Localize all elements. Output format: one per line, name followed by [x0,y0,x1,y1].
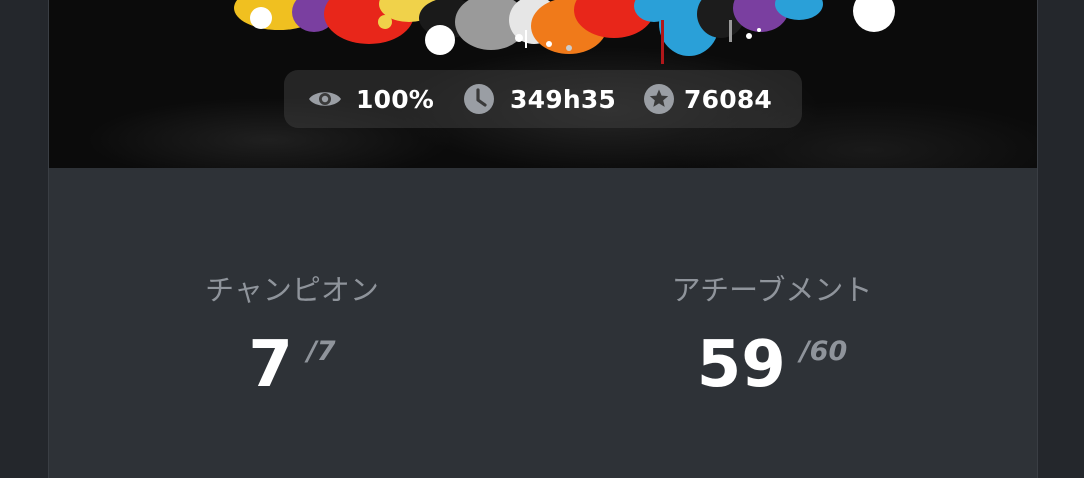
star-icon [642,82,676,116]
progress-summary: チャンピオン 7 /7 アチーブメント 59 /60 [49,168,1037,478]
playtime-stat: 349h35 [462,82,616,116]
champions-block: チャンピオン 7 /7 [92,270,492,402]
achievements-block: アチーブメント 59 /60 [572,270,972,402]
score-value: 76084 [684,84,773,114]
game-card: 100% 349h35 76084 チャンピオン 7 /7 アチーブメント 59… [48,0,1038,478]
achievements-total: /60 [799,336,848,367]
champions-total: /7 [306,336,336,367]
completion-stat: 100% [308,82,434,116]
score-stat: 76084 [642,82,772,116]
champions-earned: 7 [248,328,293,402]
game-stats-bar: 100% 349h35 76084 [284,70,802,128]
playtime-value: 349h35 [510,84,617,114]
clock-icon [462,82,496,116]
achievements-count: 59 /60 [572,332,972,402]
page: 100% 349h35 76084 チャンピオン 7 /7 アチーブメント 59… [0,0,1084,478]
eye-icon [308,82,342,116]
achievements-label: アチーブメント [671,273,873,307]
completion-value: 100% [356,84,435,114]
champions-label: チャンピオン [205,273,379,307]
game-banner: 100% 349h35 76084 [49,0,1037,168]
achievements-earned: 59 [696,328,786,402]
champions-count: 7 /7 [92,332,492,402]
